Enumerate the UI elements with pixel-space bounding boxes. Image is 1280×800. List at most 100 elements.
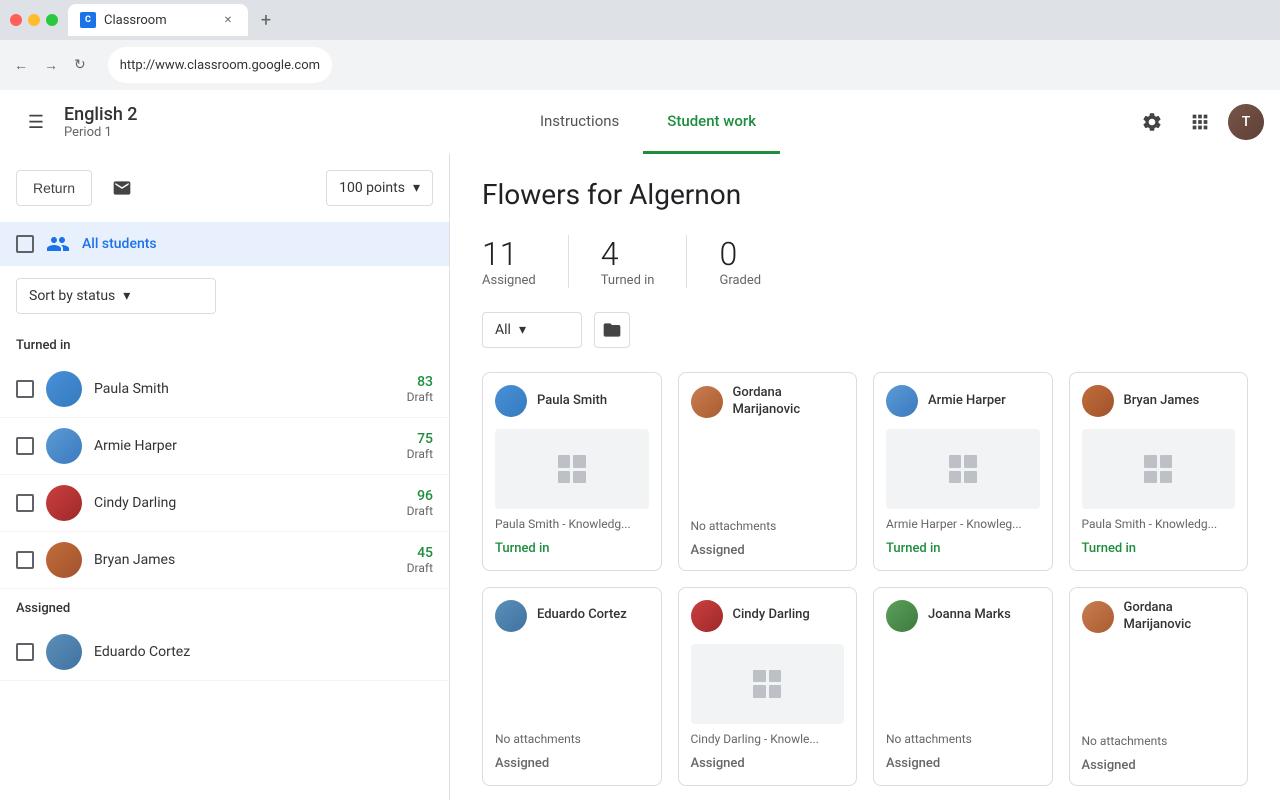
card-avatar <box>1082 601 1114 633</box>
stats-row: 11 Assigned 4 Turned in 0 Graded <box>482 235 1248 288</box>
doc-icon <box>1144 455 1172 483</box>
tab-close-btn[interactable]: ✕ <box>220 12 236 28</box>
card-status: Turned in <box>483 535 661 568</box>
student-card[interactable]: Paula Smith Paula Smith - Knowledg... Tu… <box>482 372 662 571</box>
card-avatar <box>1082 385 1114 417</box>
apps-icon <box>1189 111 1211 133</box>
student-card[interactable]: Cindy Darling Cindy Darling - Knowle... … <box>678 587 858 786</box>
nav-tabs: Instructions Student work <box>164 90 1132 154</box>
doc-icon <box>558 455 586 483</box>
settings-btn[interactable] <box>1132 102 1172 142</box>
student-score: 75 Draft <box>407 431 433 461</box>
card-header: Eduardo Cortez <box>483 588 661 644</box>
card-avatar <box>886 385 918 417</box>
card-status: Assigned <box>483 750 661 783</box>
student-card[interactable]: Joanna Marks No attachments Assigned <box>873 587 1053 786</box>
reload-btn[interactable]: ↻ <box>70 53 90 77</box>
chevron-down-icon: ▾ <box>413 180 420 196</box>
folder-icon <box>602 320 622 340</box>
apps-btn[interactable] <box>1180 102 1220 142</box>
card-status: Assigned <box>1070 752 1248 785</box>
student-checkbox[interactable] <box>16 551 34 569</box>
student-row[interactable]: Eduardo Cortez <box>0 624 449 681</box>
student-row[interactable]: Bryan James 45 Draft <box>0 532 449 589</box>
student-avatar <box>46 428 82 464</box>
card-student-name: Paula Smith <box>537 393 607 410</box>
chevron-down-icon: ▾ <box>123 288 130 304</box>
card-header: Paula Smith <box>483 373 661 429</box>
hamburger-menu-btn[interactable]: ☰ <box>16 102 56 142</box>
new-tab-btn[interactable]: + <box>252 6 280 34</box>
card-header: Cindy Darling <box>679 588 857 644</box>
student-avatar <box>46 634 82 670</box>
card-avatar <box>886 600 918 632</box>
card-status: Turned in <box>874 535 1052 568</box>
doc-icon <box>949 455 977 483</box>
tab-instructions[interactable]: Instructions <box>516 90 643 154</box>
card-student-name: Eduardo Cortez <box>537 607 627 624</box>
student-row[interactable]: Paula Smith 83 Draft <box>0 361 449 418</box>
browser-titlebar: C Classroom ✕ + <box>0 0 1280 40</box>
students-icon <box>46 232 70 256</box>
card-header: Gordana Marijanovic <box>679 373 857 431</box>
card-status: Assigned <box>679 750 857 783</box>
card-status: Assigned <box>679 537 857 570</box>
card-header: Bryan James <box>1070 373 1248 429</box>
email-icon <box>112 178 132 198</box>
card-avatar <box>495 600 527 632</box>
student-card[interactable]: Armie Harper Armie Harper - Knowleg... T… <box>873 372 1053 571</box>
card-avatar <box>691 386 723 418</box>
student-checkbox[interactable] <box>16 494 34 512</box>
chevron-down-icon: ▾ <box>519 322 526 338</box>
all-students-checkbox[interactable] <box>16 235 34 253</box>
content-area: Flowers for Algernon 11 Assigned 4 Turne… <box>450 154 1280 800</box>
filter-dropdown[interactable]: All ▾ <box>482 312 582 348</box>
filter-row: All ▾ <box>482 312 1248 348</box>
close-window-btn[interactable] <box>10 14 22 26</box>
assigned-section-header: Assigned <box>0 589 449 624</box>
student-row[interactable]: Armie Harper 75 Draft <box>0 418 449 475</box>
sort-by-status-dropdown[interactable]: Sort by status ▾ <box>16 278 216 314</box>
url-text: http://www.classroom.google.com <box>120 58 320 73</box>
card-thumbnail <box>1082 429 1236 509</box>
points-selector[interactable]: 100 points ▾ <box>326 170 433 206</box>
maximize-window-btn[interactable] <box>46 14 58 26</box>
student-checkbox[interactable] <box>16 380 34 398</box>
card-thumbnail <box>495 429 649 509</box>
tab-student-work[interactable]: Student work <box>643 90 780 154</box>
card-thumbnail-empty <box>495 644 649 724</box>
card-doc-label: Armie Harper - Knowleg... <box>874 509 1052 535</box>
card-avatar <box>691 600 723 632</box>
card-thumbnail-empty <box>886 644 1040 724</box>
all-students-row[interactable]: All students <box>0 222 449 266</box>
folder-button[interactable] <box>594 312 630 348</box>
address-bar[interactable]: http://www.classroom.google.com <box>108 47 332 83</box>
student-avatar <box>46 542 82 578</box>
sort-bar: Sort by status ▾ <box>0 266 449 326</box>
card-thumbnail-empty <box>1082 646 1236 726</box>
card-header: Gordana Marijanovic <box>1070 588 1248 646</box>
app: ☰ English 2 Period 1 Instructions Studen… <box>0 90 1280 800</box>
browser-nav: ← → ↻ http://www.classroom.google.com <box>0 40 1280 90</box>
return-button[interactable]: Return <box>16 170 92 206</box>
student-card[interactable]: Bryan James Paula Smith - Knowledg... Tu… <box>1069 372 1249 571</box>
back-btn[interactable]: ← <box>10 53 32 78</box>
forward-btn[interactable]: → <box>40 53 62 78</box>
student-card[interactable]: Eduardo Cortez No attachments Assigned <box>482 587 662 786</box>
email-button[interactable] <box>104 170 140 206</box>
card-avatar <box>495 385 527 417</box>
student-avatar <box>46 485 82 521</box>
nav-actions: T <box>1132 102 1264 142</box>
student-card[interactable]: Gordana Marijanovic No attachments Assig… <box>678 372 858 571</box>
avatar-img: T <box>1228 104 1264 140</box>
browser-tab[interactable]: C Classroom ✕ <box>68 4 248 36</box>
all-students-label[interactable]: All students <box>82 236 157 252</box>
user-avatar[interactable]: T <box>1228 104 1264 140</box>
student-checkbox[interactable] <box>16 643 34 661</box>
student-row[interactable]: Cindy Darling 96 Draft <box>0 475 449 532</box>
student-checkbox[interactable] <box>16 437 34 455</box>
student-card[interactable]: Gordana Marijanovic No attachments Assig… <box>1069 587 1249 786</box>
minimize-window-btn[interactable] <box>28 14 40 26</box>
main-content: Return 100 points ▾ All students <box>0 154 1280 800</box>
card-header: Joanna Marks <box>874 588 1052 644</box>
